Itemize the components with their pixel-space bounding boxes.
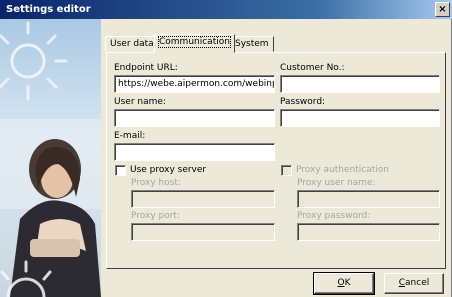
cancel-label-rest: ancel: [405, 278, 430, 288]
proxy-host-input[interactable]: [131, 190, 275, 208]
cancel-button[interactable]: Cancel: [384, 273, 444, 294]
sun-and-person-illustration: [0, 19, 101, 297]
use-proxy-checkbox[interactable]: [115, 165, 126, 176]
proxy-user-name-label: Proxy user name:: [297, 178, 376, 188]
ok-button[interactable]: OK: [313, 272, 375, 295]
tab-communication-label: Communication: [158, 36, 231, 48]
communication-tab-page: Endpoint URL: https://webe.aipermon.com/…: [106, 52, 446, 269]
customer-no-input[interactable]: [280, 75, 440, 93]
proxy-password-input[interactable]: [297, 223, 440, 241]
tab-system[interactable]: System: [230, 36, 274, 52]
settings-editor-dialog: Settings editor × User data Communicatio…: [0, 0, 452, 297]
proxy-user-name-input[interactable]: [297, 190, 440, 208]
password-input[interactable]: [280, 109, 440, 127]
tab-user-data-label: User data: [110, 39, 154, 49]
title-bar: Settings editor ×: [0, 0, 452, 19]
user-name-input[interactable]: [114, 109, 275, 127]
password-label: Password:: [280, 97, 326, 107]
proxy-port-label: Proxy port:: [131, 211, 180, 221]
endpoint-url-label: Endpoint URL:: [114, 63, 178, 73]
proxy-port-input[interactable]: [131, 223, 275, 241]
user-name-label: User name:: [114, 97, 166, 107]
decorative-side-image: [0, 19, 101, 297]
proxy-authentication-label: Proxy authentication: [296, 165, 389, 175]
ok-label-rest: K: [344, 278, 351, 288]
tab-communication[interactable]: Communication: [154, 34, 235, 53]
email-input[interactable]: [114, 143, 275, 161]
email-label: E-mail:: [114, 131, 146, 141]
customer-no-label: Customer No.:: [280, 63, 345, 73]
window-title: Settings editor: [6, 4, 91, 15]
endpoint-url-input[interactable]: https://webe.aipermon.com/webinpu: [114, 75, 275, 93]
proxy-authentication-checkbox[interactable]: [281, 165, 292, 176]
proxy-password-label: Proxy password:: [297, 211, 371, 221]
settings-panel: User data Communication System Endpoint …: [101, 19, 451, 297]
tab-system-label: System: [235, 39, 269, 49]
proxy-host-label: Proxy host:: [131, 178, 181, 188]
tab-user-data[interactable]: User data: [105, 36, 159, 52]
close-icon[interactable]: ×: [435, 2, 450, 17]
use-proxy-label[interactable]: Use proxy server: [130, 165, 206, 176]
ok-mnemonic: O: [337, 278, 345, 288]
